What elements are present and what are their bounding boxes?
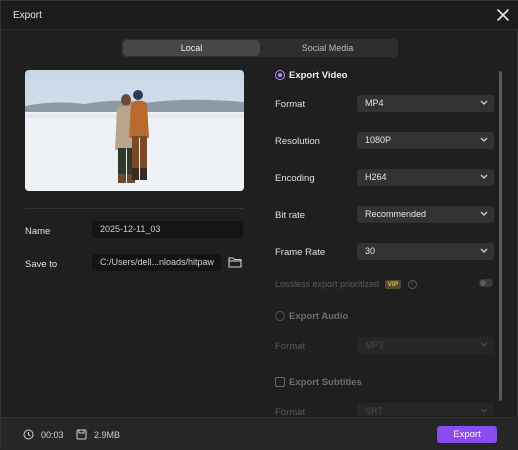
lossless-label: Lossless export prioritized	[275, 279, 380, 289]
frame-rate-select[interactable]: 30	[357, 243, 494, 260]
export-video-radio[interactable]	[275, 70, 285, 80]
file-size-text: 2.9MB	[94, 430, 121, 440]
chevron-down-icon	[480, 408, 488, 413]
encoding-label: Encoding	[275, 173, 315, 184]
format-select[interactable]: MP4	[357, 95, 494, 112]
settings-scrollbar[interactable]	[499, 71, 502, 401]
save-to-label: Save to	[25, 259, 58, 270]
encoding-value: H264	[365, 172, 387, 182]
resolution-select[interactable]: 1080P	[357, 132, 494, 149]
name-label: Name	[25, 226, 51, 237]
video-preview-thumbnail	[25, 70, 244, 191]
frame-rate-label: Frame Rate	[275, 247, 326, 258]
duration-text: 00:03	[41, 430, 64, 440]
export-button[interactable]: Export	[437, 426, 497, 443]
chevron-down-icon	[480, 174, 488, 179]
export-subtitles-heading: Export Subtitles	[289, 377, 362, 388]
subtitle-format-label: Format	[275, 407, 306, 416]
audio-format-label: Format	[275, 341, 306, 352]
subtitle-format-select[interactable]: SRT	[357, 403, 494, 416]
bit-rate-select[interactable]: Recommended	[357, 206, 494, 223]
resolution-label: Resolution	[275, 136, 320, 147]
format-label: Format	[275, 99, 306, 110]
encoding-select[interactable]: H264	[357, 169, 494, 186]
vip-badge: VIP	[384, 280, 402, 290]
chevron-down-icon	[480, 137, 488, 142]
name-input[interactable]: 2025-12-11_03	[92, 221, 243, 238]
tab-bar: Local Social Media	[121, 39, 398, 57]
close-icon[interactable]	[495, 7, 511, 23]
export-video-heading: Export Video	[289, 70, 348, 81]
format-value: MP4	[365, 98, 384, 108]
bit-rate-label: Bit rate	[275, 210, 306, 221]
chevron-down-icon	[480, 248, 488, 253]
file-size-icon	[76, 429, 87, 440]
info-icon[interactable]: i	[407, 280, 417, 290]
audio-format-value: MP3	[365, 340, 384, 350]
chevron-down-icon	[480, 342, 488, 347]
tab-social-media[interactable]: Social Media	[259, 40, 396, 56]
title-bar: Export	[1, 1, 518, 30]
lossless-toggle[interactable]	[479, 279, 493, 287]
divider	[25, 208, 244, 209]
export-settings-panel: Export Video Format MP4 Resolution 1080P…	[261, 61, 501, 416]
export-audio-radio[interactable]	[275, 311, 285, 321]
folder-icon[interactable]	[228, 256, 242, 268]
bit-rate-value: Recommended	[365, 209, 427, 219]
frame-rate-value: 30	[365, 246, 376, 256]
subtitle-format-value: SRT	[365, 406, 383, 416]
footer-bar: 00:03 2.9MB Export	[1, 417, 518, 450]
audio-format-select[interactable]: MP3	[357, 337, 494, 354]
tab-local[interactable]: Local	[123, 40, 260, 56]
chevron-down-icon	[480, 211, 488, 216]
export-audio-heading: Export Audio	[289, 311, 349, 322]
clock-icon	[23, 429, 34, 440]
window-title: Export	[13, 10, 42, 21]
resolution-value: 1080P	[365, 135, 392, 145]
chevron-down-icon	[480, 100, 488, 105]
export-dialog: Export Local Social Media Name 2025-12-1…	[0, 0, 518, 450]
export-subtitles-checkbox[interactable]	[275, 377, 285, 387]
save-path-input[interactable]: C:/Users/dell...nloads/hitpaw	[92, 254, 221, 271]
lossless-export-row: Lossless export prioritized VIP i	[275, 279, 417, 290]
